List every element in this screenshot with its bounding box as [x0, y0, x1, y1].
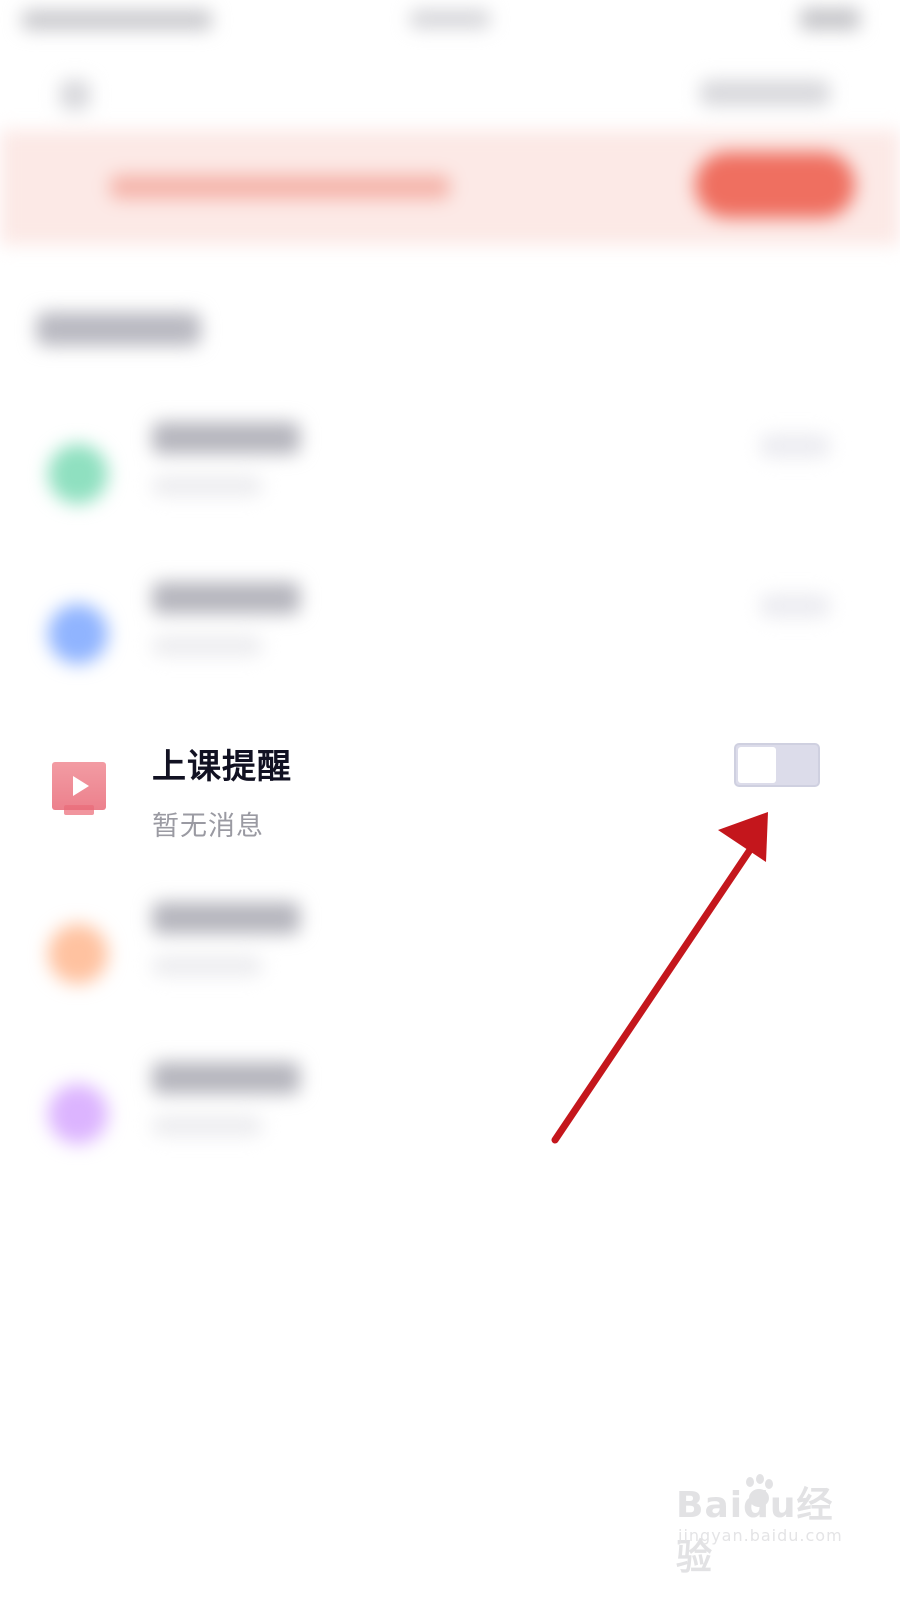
- list-item-control[interactable]: [760, 594, 830, 618]
- play-triangle: [73, 776, 89, 796]
- paw-icon: [746, 1474, 773, 1507]
- list-item-subtitle: [152, 476, 262, 496]
- list-item-icon: [48, 924, 108, 984]
- row-title: 上课提醒: [152, 747, 292, 787]
- list-item-icon: [48, 444, 108, 504]
- status-time: [22, 10, 212, 30]
- list-item-title: [152, 902, 300, 934]
- notification-settings-screen: 上课提醒 暂无消息 Baidu经验 jingyan.baidu.com: [0, 0, 900, 1600]
- status-network: [410, 10, 490, 28]
- list-item-title: [152, 1062, 300, 1094]
- list-item-icon: [48, 604, 108, 664]
- banner-button[interactable]: [695, 152, 855, 218]
- watermark-url: jingyan.baidu.com: [678, 1526, 843, 1545]
- list-item-icon: [48, 1084, 108, 1144]
- nav-action[interactable]: [700, 80, 830, 106]
- row-subtitle: 暂无消息: [152, 811, 264, 842]
- list-item-subtitle: [152, 1116, 262, 1136]
- section-heading: [36, 312, 201, 346]
- list-item-title: [152, 422, 300, 454]
- list-item[interactable]: [0, 560, 900, 720]
- list-item-title: [152, 582, 300, 614]
- list-item[interactable]: [0, 1040, 900, 1200]
- class-reminder-toggle[interactable]: [734, 743, 820, 787]
- list-item-subtitle: [152, 956, 262, 976]
- list-item-subtitle: [152, 636, 262, 656]
- list-item-control[interactable]: [760, 434, 830, 458]
- baidu-jingyan-watermark: Baidu经验 jingyan.baidu.com: [676, 1470, 846, 1578]
- back-icon[interactable]: [60, 80, 90, 110]
- notification-permission-banner: [0, 130, 900, 245]
- list-item[interactable]: [0, 400, 900, 560]
- banner-text: [110, 175, 450, 199]
- toggle-knob: [738, 747, 776, 783]
- status-bar: [0, 0, 900, 50]
- list-item[interactable]: [0, 880, 900, 1040]
- class-reminder-row[interactable]: 上课提醒 暂无消息: [0, 725, 900, 865]
- nav-bar: [0, 60, 900, 130]
- battery-icon: [800, 8, 860, 30]
- play-icon: [52, 762, 106, 816]
